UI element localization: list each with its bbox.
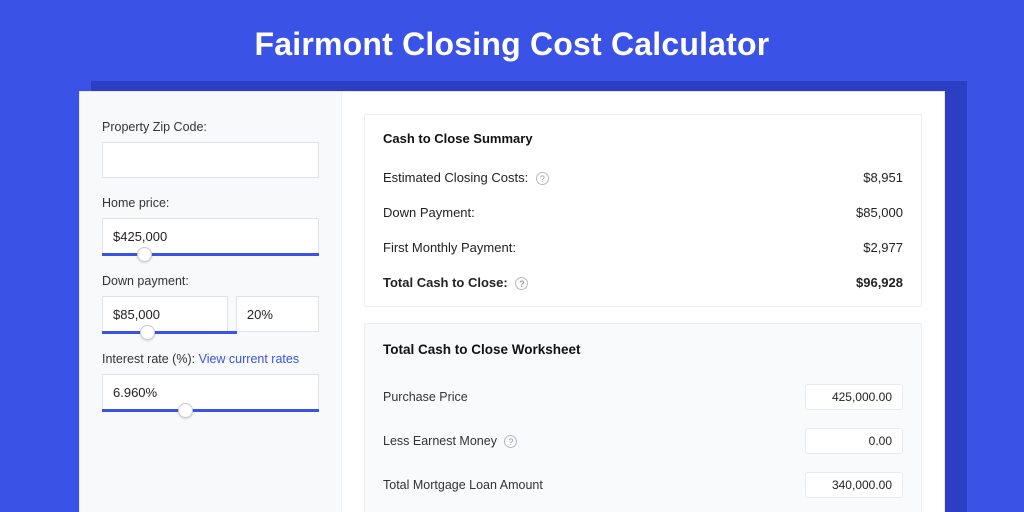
down-payment-slider[interactable]	[102, 331, 237, 334]
summary-value: $8,951	[863, 170, 903, 185]
help-icon[interactable]: ?	[536, 172, 549, 185]
interest-rate-input[interactable]	[102, 374, 319, 410]
down-payment-input[interactable]	[102, 296, 228, 332]
worksheet-row: Total Mortgage Loan Amount 340,000.00	[383, 463, 903, 507]
summary-value: $85,000	[856, 205, 903, 220]
zip-input[interactable]	[102, 142, 319, 178]
summary-row: First Monthly Payment: $2,977	[383, 230, 903, 265]
calculator-panel: Property Zip Code: Home price: Down paym…	[79, 91, 945, 512]
home-price-slider[interactable]	[102, 253, 319, 256]
worksheet-title: Total Cash to Close Worksheet	[383, 342, 903, 357]
worksheet-value[interactable]: 340,000.00	[805, 472, 903, 498]
home-price-input[interactable]	[102, 218, 319, 254]
summary-row: Down Payment: $85,000	[383, 195, 903, 230]
help-icon[interactable]: ?	[504, 435, 517, 448]
summary-label: Estimated Closing Costs:	[383, 170, 528, 185]
summary-row-total: Total Cash to Close: ? $96,928	[383, 265, 903, 300]
worksheet-card: Total Cash to Close Worksheet Purchase P…	[364, 323, 922, 512]
down-payment-label: Down payment:	[102, 274, 319, 288]
worksheet-row: Total Second Mortgage Amount ?	[383, 507, 903, 512]
summary-card: Cash to Close Summary Estimated Closing …	[364, 114, 922, 307]
worksheet-row: Less Earnest Money ? 0.00	[383, 419, 903, 463]
field-down-payment: Down payment:	[102, 274, 319, 334]
inputs-sidebar: Property Zip Code: Home price: Down paym…	[80, 92, 342, 512]
interest-rate-label-text: Interest rate (%):	[102, 352, 195, 366]
worksheet-value[interactable]: 425,000.00	[805, 384, 903, 410]
results-main: Cash to Close Summary Estimated Closing …	[342, 92, 944, 512]
interest-rate-slider[interactable]	[102, 409, 319, 412]
summary-row: Estimated Closing Costs: ? $8,951	[383, 160, 903, 195]
worksheet-label: Less Earnest Money	[383, 434, 497, 448]
view-rates-link[interactable]: View current rates	[199, 352, 300, 366]
field-interest-rate: Interest rate (%): View current rates	[102, 352, 319, 412]
field-home-price: Home price:	[102, 196, 319, 256]
summary-title: Cash to Close Summary	[383, 131, 903, 146]
down-payment-pct-input[interactable]	[236, 296, 319, 332]
home-price-label: Home price:	[102, 196, 319, 210]
worksheet-row: Purchase Price 425,000.00	[383, 375, 903, 419]
interest-rate-label: Interest rate (%): View current rates	[102, 352, 319, 366]
worksheet-value[interactable]: 0.00	[805, 428, 903, 454]
worksheet-label: Total Mortgage Loan Amount	[383, 478, 543, 492]
zip-label: Property Zip Code:	[102, 120, 319, 134]
summary-label: Total Cash to Close:	[383, 275, 508, 290]
slider-thumb-icon[interactable]	[178, 403, 193, 418]
worksheet-label: Purchase Price	[383, 390, 468, 404]
slider-thumb-icon[interactable]	[137, 247, 152, 262]
slider-thumb-icon[interactable]	[140, 325, 155, 340]
summary-value: $96,928	[856, 275, 903, 290]
page-title: Fairmont Closing Cost Calculator	[0, 0, 1024, 91]
help-icon[interactable]: ?	[515, 277, 528, 290]
field-zip: Property Zip Code:	[102, 120, 319, 178]
summary-label: Down Payment:	[383, 205, 475, 220]
summary-value: $2,977	[863, 240, 903, 255]
summary-label: First Monthly Payment:	[383, 240, 516, 255]
